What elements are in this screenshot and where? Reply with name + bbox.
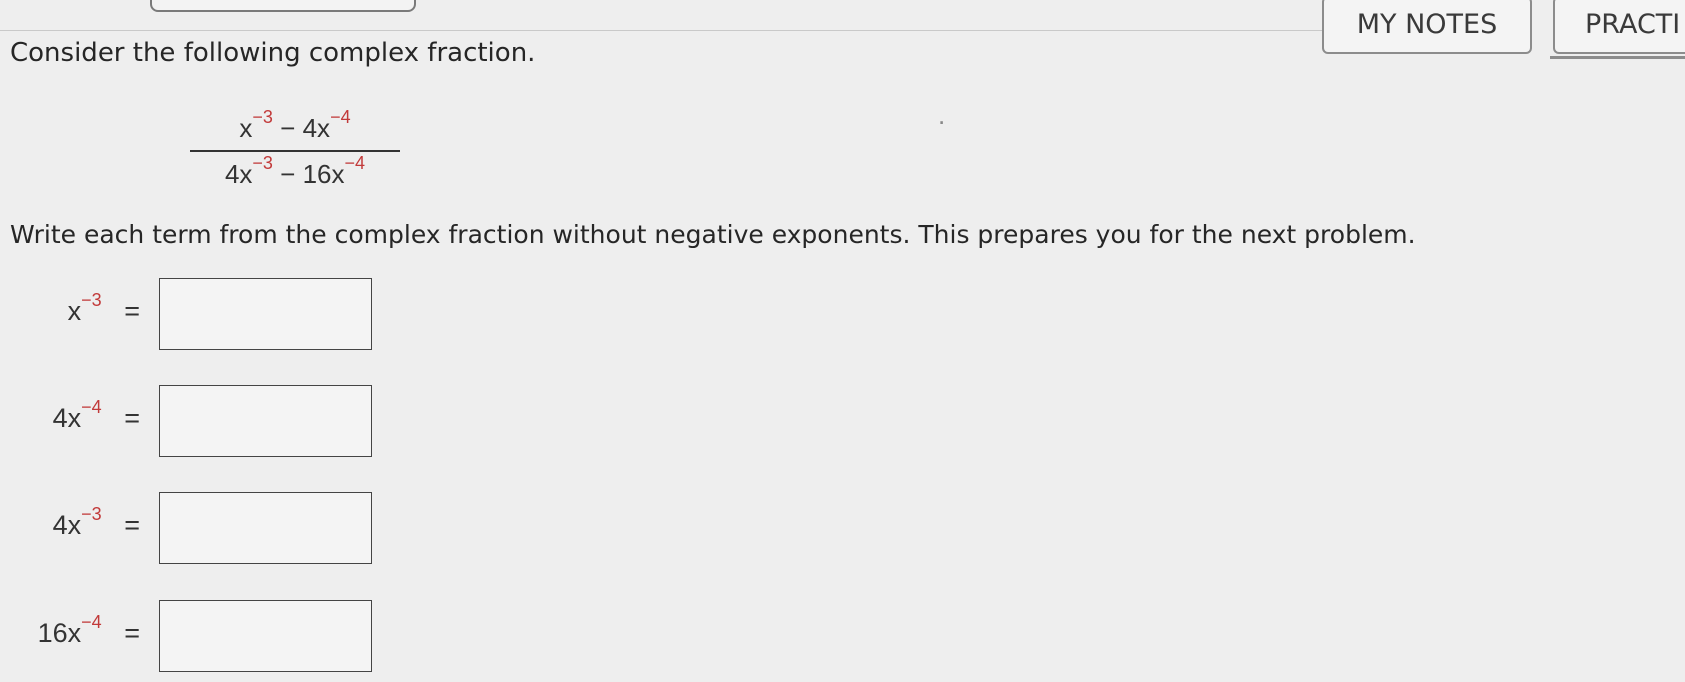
question-prompt: Consider the following complex fraction.: [10, 38, 536, 68]
fraction-numerator: x−3 − 4x−4: [190, 107, 400, 146]
answer-4-equals: =: [124, 618, 140, 648]
numerator-term1-base: x: [239, 113, 253, 143]
instruction-text: Write each term from the complex fractio…: [10, 220, 1416, 249]
denominator-term2-base: 16x: [302, 159, 345, 189]
answer-3-base: 4x: [52, 510, 82, 540]
answer-1-base: x: [67, 296, 82, 326]
answer-input-3[interactable]: [159, 492, 372, 564]
answer-row-1: x−3 =: [0, 278, 380, 352]
numerator-operator: −: [280, 113, 296, 143]
denominator-term2-exponent: −4: [344, 153, 366, 174]
answer-4-exponent: −4: [81, 612, 102, 632]
header-divider: [0, 30, 1325, 31]
answer-label-2: 4x−4 =: [52, 398, 140, 434]
answer-input-2[interactable]: [159, 385, 372, 457]
answer-label-1: x−3 =: [67, 291, 140, 327]
practice-button-underline: [1550, 56, 1685, 59]
answer-3-equals: =: [124, 510, 140, 540]
answer-1-exponent: −3: [81, 290, 102, 310]
answer-input-4[interactable]: [159, 600, 372, 672]
denominator-term1-exponent: −3: [252, 153, 273, 174]
answer-input-1[interactable]: [159, 278, 372, 350]
answer-2-equals: =: [124, 403, 140, 433]
answer-2-base: 4x: [52, 403, 82, 433]
answer-label-4: 16x−4 =: [37, 613, 140, 649]
denominator-operator: −: [280, 159, 296, 189]
previous-question-card: [150, 0, 416, 12]
answer-2-exponent: −4: [81, 397, 102, 417]
numerator-term1-exponent: −3: [252, 107, 273, 128]
numerator-term2-base: 4x: [302, 113, 331, 143]
answer-1-equals: =: [124, 296, 140, 326]
fraction-denominator: 4x−3 − 16x−4: [190, 153, 400, 192]
complex-fraction: x−3 − 4x−4 4x−3 − 16x−4: [190, 107, 400, 192]
numerator-term2-exponent: −4: [330, 107, 351, 128]
fraction-bar: [190, 150, 400, 152]
answer-label-3: 4x−3 =: [52, 505, 140, 541]
answer-row-3: 4x−3 =: [0, 492, 380, 566]
practice-another-button[interactable]: PRACTI: [1553, 0, 1685, 54]
fraction-trailing-period: .: [938, 100, 946, 130]
answer-row-2: 4x−4 =: [0, 385, 380, 459]
my-notes-button[interactable]: MY NOTES: [1322, 0, 1532, 54]
answer-4-base: 16x: [37, 618, 82, 648]
denominator-term1-base: 4x: [224, 159, 253, 189]
answer-row-4: 16x−4 =: [0, 600, 380, 674]
answer-3-exponent: −3: [81, 504, 102, 524]
